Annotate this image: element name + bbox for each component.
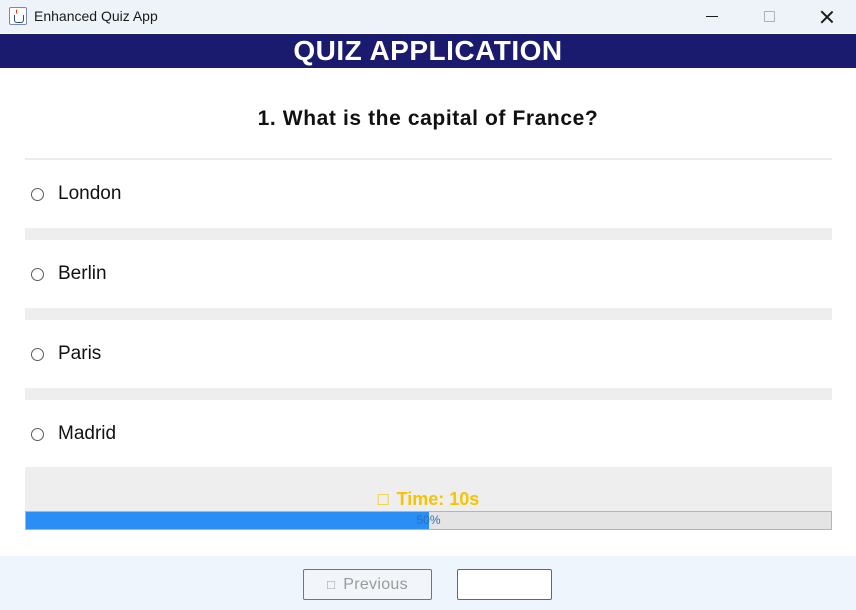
option-berlin[interactable]: Berlin: [25, 240, 832, 308]
minimize-button[interactable]: [683, 0, 741, 33]
page-title: QUIZ APPLICATION: [293, 35, 563, 66]
timer-label: Time: 10s: [396, 489, 480, 509]
quiz-window: Enhanced Quiz App QUIZ APPLICATION 1. Wh…: [0, 0, 856, 610]
previous-button-label: Previous: [343, 575, 408, 593]
close-button[interactable]: [798, 0, 856, 33]
option-label: Madrid: [58, 423, 117, 444]
arrow-left-icon: □: [327, 577, 336, 592]
next-button[interactable]: [457, 569, 552, 600]
option-separator: [25, 388, 832, 400]
window-title: Enhanced Quiz App: [34, 8, 158, 24]
java-app-icon: [9, 7, 27, 25]
header-banner: QUIZ APPLICATION: [0, 34, 856, 68]
timer-progress-bar: 50%: [25, 511, 832, 530]
radio-button[interactable]: [31, 267, 44, 281]
radio-button[interactable]: [31, 427, 44, 441]
footer-bar: □ Previous: [0, 556, 856, 610]
close-icon: [820, 10, 834, 24]
title-bar: Enhanced Quiz App: [0, 0, 856, 33]
option-separator: [25, 308, 832, 320]
maximize-icon: [763, 11, 775, 22]
option-paris[interactable]: Paris: [25, 320, 832, 388]
option-label: London: [58, 183, 122, 204]
stopwatch-icon: □: [377, 489, 389, 509]
radio-button[interactable]: [31, 347, 44, 361]
progress-label: 50%: [416, 513, 441, 527]
radio-button[interactable]: [31, 187, 44, 201]
timer-panel: □ Time: 10s 50%: [25, 467, 832, 530]
question-text: 1. What is the capital of France?: [257, 107, 599, 130]
minimize-icon: [706, 16, 718, 17]
timer-display: □ Time: 10s: [25, 489, 832, 510]
option-separator: [25, 228, 832, 240]
previous-button[interactable]: □ Previous: [303, 569, 432, 600]
option-madrid[interactable]: Madrid: [25, 400, 832, 468]
option-london[interactable]: London: [25, 160, 832, 228]
maximize-button[interactable]: [740, 0, 798, 33]
option-label: Paris: [58, 343, 102, 364]
option-label: Berlin: [58, 263, 107, 284]
